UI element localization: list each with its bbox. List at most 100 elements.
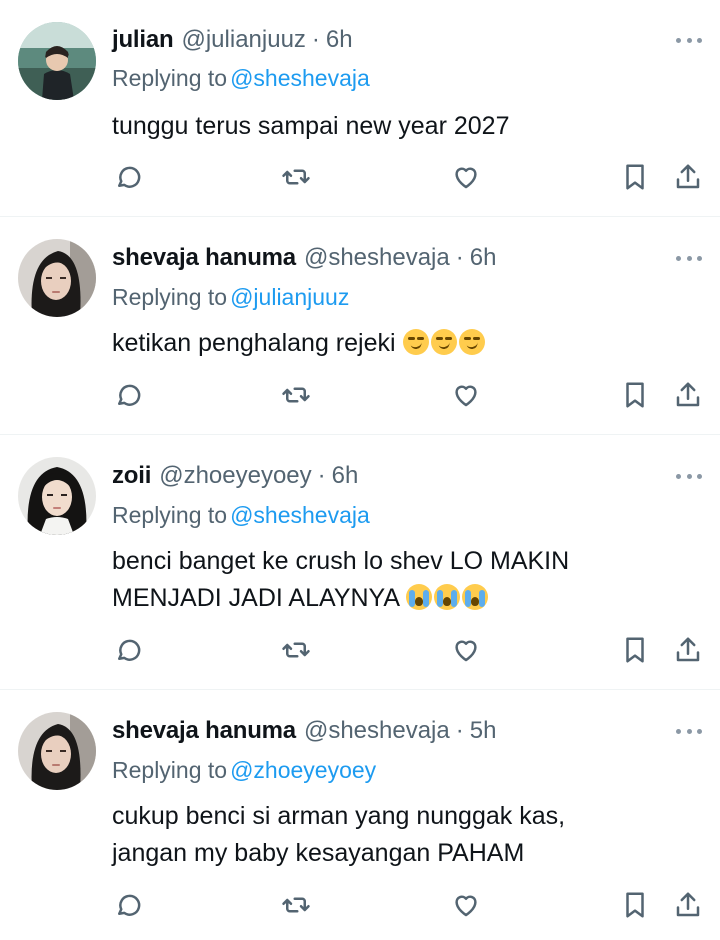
replying-to: Replying to @zhoeyeyoey (112, 752, 376, 788)
heart-icon (455, 167, 477, 189)
loudly-crying-face-emoji (433, 584, 460, 610)
avatar[interactable] (18, 457, 96, 535)
more-dots-icon[interactable] (676, 248, 702, 268)
tweet-actions (0, 630, 720, 670)
timestamp[interactable]: 5h (470, 717, 497, 745)
tweet-text-line: MENJADI JADI ALAYNYA (112, 580, 672, 617)
tweet[interactable]: shevaja hanuma @sheshevaja · 6h Replying… (0, 217, 720, 435)
more-dots-icon[interactable] (676, 721, 702, 741)
more-dots-icon[interactable] (676, 30, 702, 50)
speech-bubble-icon (118, 894, 141, 916)
tweet-header: shevaja hanuma @sheshevaja · 5h (112, 711, 496, 751)
tweet-text: ketikan penghalang rejeki (112, 325, 672, 362)
user-handle[interactable]: @zhoeyeyoey (159, 462, 311, 490)
separator-dot: · (455, 717, 464, 744)
avatar[interactable] (18, 239, 96, 317)
tweet[interactable]: zoii @zhoeyeyoey · 6h Replying to @shesh… (0, 435, 720, 690)
tweet-text: benci banget ke crush lo shev LO MAKIN M… (112, 543, 672, 617)
tweet[interactable]: shevaja hanuma @sheshevaja · 5h Replying… (0, 690, 720, 940)
bookmark-button[interactable] (615, 630, 655, 670)
heart-icon (455, 640, 477, 662)
user-handle[interactable]: @julianjuuz (181, 26, 305, 54)
speech-bubble-icon (118, 384, 141, 406)
tweet-text-line: ketikan penghalang rejeki (112, 325, 672, 362)
timestamp[interactable]: 6h (332, 462, 359, 490)
tweet-text: cukup benci si arman yang nunggak kas, j… (112, 798, 672, 872)
tweet-text-line: tunggu terus sampai new year 2027 (112, 112, 510, 140)
speech-bubble-icon (118, 166, 141, 188)
replying-label: Replying to (112, 283, 228, 310)
tweet-actions (0, 375, 720, 415)
tweet-header: julian @julianjuuz · 6h (112, 20, 353, 60)
tweet-text-line: benci banget ke crush lo shev LO MAKIN (112, 547, 570, 575)
share-upload-icon (676, 637, 700, 662)
separator-dot: · (455, 244, 464, 271)
avatar[interactable] (18, 712, 96, 790)
bookmark-button[interactable] (615, 375, 655, 415)
tweet-actions (0, 157, 720, 197)
like-button[interactable] (446, 630, 486, 670)
share-upload-icon (676, 164, 700, 189)
share-button[interactable] (668, 375, 708, 415)
bookmark-icon (626, 637, 644, 663)
share-upload-icon (676, 892, 700, 917)
tweet[interactable]: julian @julianjuuz · 6h Replying to @she… (0, 0, 720, 217)
reply-button[interactable] (108, 157, 148, 197)
retweet-button[interactable] (276, 630, 316, 670)
retweet-arrows-icon (282, 387, 310, 403)
share-upload-icon (676, 382, 700, 407)
bookmark-icon (626, 382, 644, 408)
tweet-actions (0, 885, 720, 925)
replying-to-handle[interactable]: @zhoeyeyoey (230, 757, 376, 784)
loudly-crying-face-emoji (461, 584, 488, 610)
loudly-crying-face-emoji (405, 584, 432, 610)
replying-label: Replying to (112, 64, 228, 91)
replying-to-handle[interactable]: @sheshevaja (230, 502, 370, 529)
tweet-text: tunggu terus sampai new year 2027 (112, 108, 672, 145)
tweet-text-content: MENJADI JADI ALAYNYA (112, 584, 399, 612)
display-name[interactable]: shevaja hanuma (112, 717, 296, 745)
share-button[interactable] (668, 885, 708, 925)
retweet-button[interactable] (276, 157, 316, 197)
tweet-header: zoii @zhoeyeyoey · 6h (112, 456, 358, 496)
separator-dot: · (317, 462, 326, 489)
user-handle[interactable]: @sheshevaja (304, 244, 450, 272)
share-button[interactable] (668, 157, 708, 197)
user-handle[interactable]: @sheshevaja (304, 717, 450, 745)
separator-dot: · (311, 26, 320, 53)
timestamp[interactable]: 6h (470, 244, 497, 272)
retweet-arrows-icon (282, 169, 310, 185)
like-button[interactable] (446, 157, 486, 197)
like-button[interactable] (446, 885, 486, 925)
display-name[interactable]: shevaja hanuma (112, 244, 296, 272)
heart-icon (455, 895, 477, 917)
retweet-button[interactable] (276, 375, 316, 415)
replying-label: Replying to (112, 756, 228, 783)
heart-icon (455, 385, 477, 407)
replying-to: Replying to @julianjuuz (112, 279, 349, 315)
tweet-text-content: ketikan penghalang rejeki (112, 329, 396, 357)
display-name[interactable]: zoii (112, 462, 151, 490)
tweet-text-line: jangan my baby kesayangan PAHAM (112, 839, 525, 867)
replying-to: Replying to @sheshevaja (112, 497, 370, 533)
retweet-arrows-icon (282, 642, 310, 658)
retweet-button[interactable] (276, 885, 316, 925)
bookmark-button[interactable] (615, 885, 655, 925)
reply-button[interactable] (108, 885, 148, 925)
reply-button[interactable] (108, 630, 148, 670)
smirking-face-emoji (402, 329, 429, 355)
like-button[interactable] (446, 375, 486, 415)
reply-button[interactable] (108, 375, 148, 415)
replying-label: Replying to (112, 501, 228, 528)
avatar[interactable] (18, 22, 96, 100)
timestamp[interactable]: 6h (326, 26, 353, 54)
share-button[interactable] (668, 630, 708, 670)
display-name[interactable]: julian (112, 26, 174, 54)
bookmark-button[interactable] (615, 157, 655, 197)
tweet-header: shevaja hanuma @sheshevaja · 6h (112, 238, 496, 278)
replying-to-handle[interactable]: @sheshevaja (230, 65, 370, 92)
replying-to-handle[interactable]: @julianjuuz (230, 284, 349, 311)
more-dots-icon[interactable] (676, 466, 702, 486)
retweet-arrows-icon (282, 897, 310, 913)
speech-bubble-icon (118, 639, 141, 661)
